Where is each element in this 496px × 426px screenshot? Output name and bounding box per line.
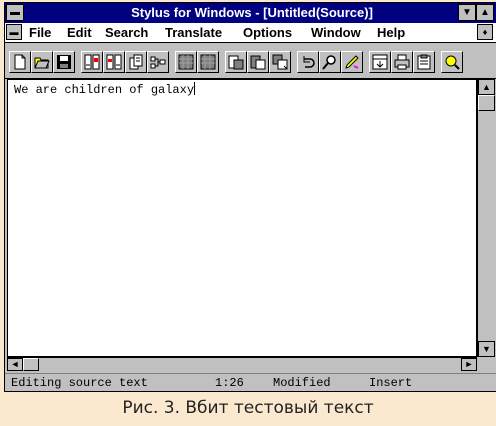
window-title: Stylus for Windows - [Untitled(Source)] (131, 5, 373, 20)
open-file-icon[interactable] (31, 51, 53, 73)
title-bar[interactable]: ▬ Stylus for Windows - [Untitled(Source)… (5, 3, 496, 23)
print-preview-icon[interactable] (369, 51, 391, 73)
status-insert-mode: Insert (369, 376, 413, 390)
new-document-icon[interactable] (9, 51, 31, 73)
scrollbar-corner (477, 357, 495, 371)
highlighter-icon[interactable] (341, 51, 363, 73)
source-text-editor[interactable]: We are children of galaxy (7, 79, 477, 357)
status-bar: Editing source text 1:26 Modified Insert (5, 373, 496, 391)
document-restore-button[interactable]: ♦ (477, 24, 493, 40)
vertical-scrollbar[interactable]: ▲ ▼ (477, 79, 495, 357)
grid-icon[interactable] (197, 51, 219, 73)
document-view-icon[interactable] (269, 51, 291, 73)
document-control-menu-button[interactable]: ▬ (6, 24, 22, 40)
document-view-icon[interactable] (225, 51, 247, 73)
menu-options[interactable]: Options (243, 25, 292, 40)
menu-translate[interactable]: Translate (165, 25, 222, 40)
status-mode: Editing source text (11, 376, 148, 390)
scroll-right-icon[interactable]: ► (461, 358, 477, 371)
translate-block-icon[interactable] (81, 51, 103, 73)
clipboard-icon[interactable] (413, 51, 435, 73)
horizontal-scrollbar[interactable]: ◄ ► (7, 357, 477, 371)
toolbar (5, 43, 496, 79)
scroll-left-icon[interactable]: ◄ (7, 358, 23, 371)
document-view-icon[interactable] (247, 51, 269, 73)
vertical-scroll-thumb[interactable] (478, 95, 495, 111)
maximize-button[interactable]: ▲ (476, 4, 494, 21)
editor-text: We are children of galaxy (14, 83, 195, 97)
menu-edit[interactable]: Edit (67, 25, 92, 40)
app-window: ▬ Stylus for Windows - [Untitled(Source)… (4, 2, 496, 392)
status-position: 1:26 (215, 376, 244, 390)
minimize-button[interactable]: ▼ (458, 4, 476, 21)
print-icon[interactable] (391, 51, 413, 73)
figure-caption: Рис. 3. Вбит тестовый текст (122, 398, 374, 418)
translate-line-icon[interactable] (103, 51, 125, 73)
tree-icon[interactable] (147, 51, 169, 73)
scroll-down-icon[interactable]: ▼ (478, 341, 495, 357)
menu-bar: ▬ File Edit Search Translate Options Win… (5, 23, 496, 43)
text-caret (194, 82, 196, 95)
menu-file[interactable]: File (29, 25, 51, 40)
menu-help[interactable]: Help (377, 25, 405, 40)
grid-icon[interactable] (175, 51, 197, 73)
save-icon[interactable] (53, 51, 75, 73)
editor-text-line: We are children of galaxy (14, 82, 196, 97)
horizontal-scroll-thumb[interactable] (23, 358, 39, 371)
undo-icon[interactable] (297, 51, 319, 73)
zoom-icon[interactable] (441, 51, 463, 73)
scroll-up-icon[interactable]: ▲ (478, 79, 495, 95)
menu-search[interactable]: Search (105, 25, 148, 40)
find-icon[interactable] (319, 51, 341, 73)
menu-window[interactable]: Window (311, 25, 361, 40)
dictionary-icon[interactable] (125, 51, 147, 73)
status-modified: Modified (273, 376, 331, 390)
